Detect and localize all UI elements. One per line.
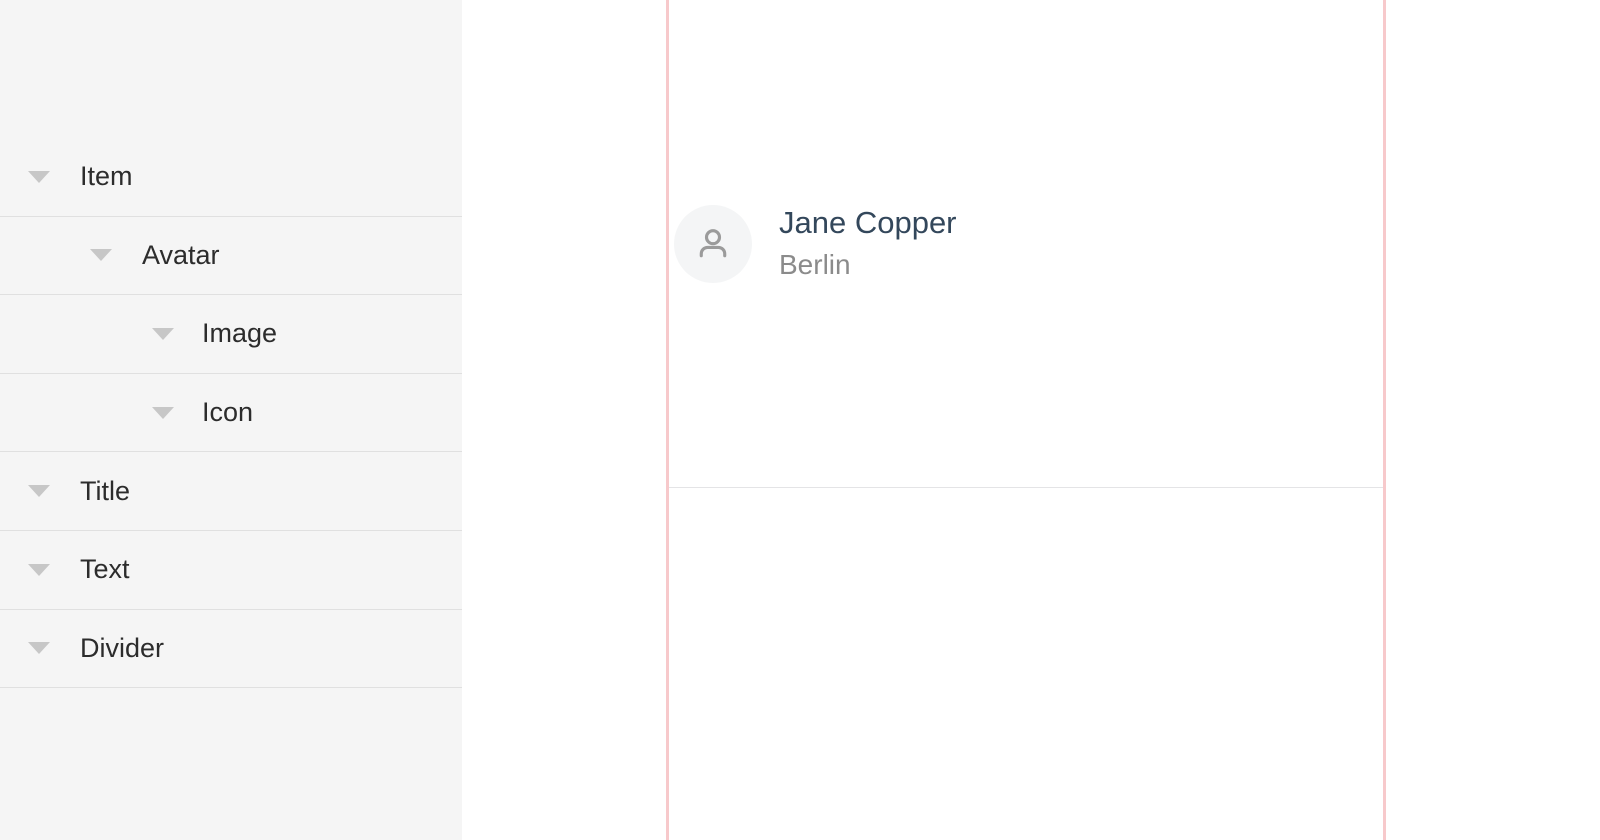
user-person-icon: [699, 228, 727, 257]
profile-list-item[interactable]: Jane Copper Berlin: [669, 0, 1383, 488]
layout-guide-right: [1383, 0, 1386, 840]
triangle-down-icon[interactable]: [28, 485, 50, 498]
tree-row-title[interactable]: Title: [0, 452, 462, 531]
triangle-down-icon[interactable]: [28, 642, 50, 655]
triangle-down-icon[interactable]: [28, 563, 50, 576]
profile-text-block: Jane Copper Berlin: [779, 205, 957, 282]
layers-tree-panel: Item Avatar Image Icon Title Text Divide…: [0, 0, 462, 840]
profile-name: Jane Copper: [779, 204, 957, 240]
tree-row-divider[interactable]: Divider: [0, 609, 462, 689]
tree-row-label: Title: [80, 475, 131, 506]
preview-canvas: Jane Copper Berlin: [462, 0, 1600, 840]
tree-row-label: Divider: [80, 632, 165, 663]
triangle-down-icon[interactable]: [28, 170, 50, 183]
tree-row-label: Item: [80, 161, 133, 192]
triangle-down-icon[interactable]: [90, 249, 112, 262]
profile-list-item-content: Jane Copper Berlin: [669, 204, 1383, 283]
tree-row-icon[interactable]: Icon: [0, 373, 462, 453]
tree-row-label: Image: [202, 318, 278, 349]
tree-row-label: Icon: [202, 397, 254, 428]
tree-row-label: Text: [80, 554, 130, 585]
triangle-down-icon[interactable]: [152, 406, 174, 419]
profile-location: Berlin: [779, 249, 851, 281]
tree-row-item[interactable]: Item: [0, 138, 462, 217]
tree-row-avatar[interactable]: Avatar: [0, 216, 462, 296]
tree-row-text[interactable]: Text: [0, 530, 462, 610]
avatar: [674, 204, 752, 283]
triangle-down-icon[interactable]: [152, 327, 174, 340]
tree-top-spacer: [0, 0, 462, 138]
tree-row-label: Avatar: [142, 239, 220, 270]
tree-row-image[interactable]: Image: [0, 295, 462, 374]
app-root: Item Avatar Image Icon Title Text Divide…: [0, 0, 1600, 840]
